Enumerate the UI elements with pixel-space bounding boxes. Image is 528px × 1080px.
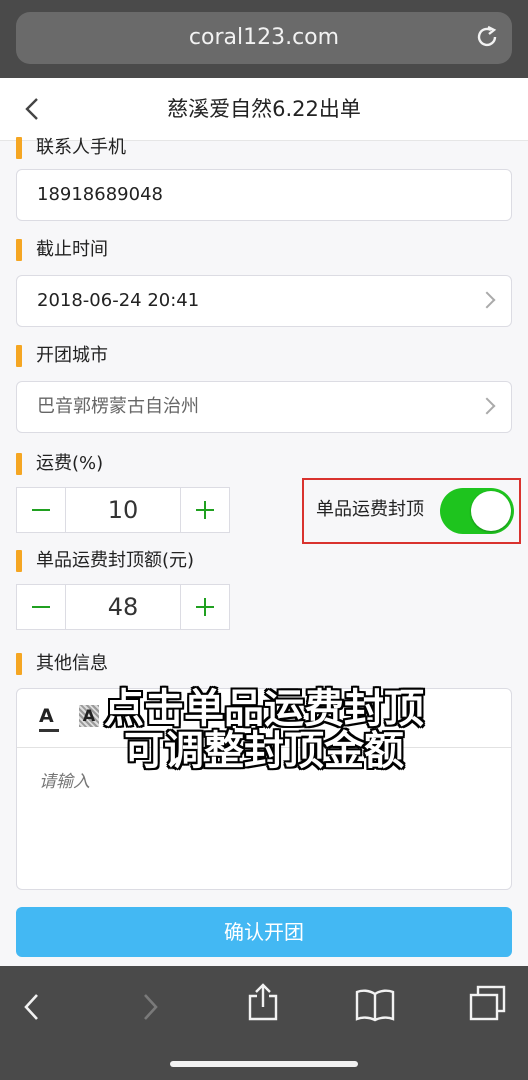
nav-bar: 慈溪爱自然6.22出单 [0,78,528,141]
caption-line-1: 点击单品运费封顶 [104,686,424,732]
shipping-label: 运费(%) [16,450,103,478]
deadline-label: 截止时间 [16,236,108,264]
cap-amount-label: 单品运费封顶额(元) [16,547,194,575]
shipping-increment-button[interactable] [181,488,229,532]
cap-toggle-switch[interactable] [440,488,514,534]
cap-amount-stepper: 48 [16,584,230,630]
share-icon[interactable] [246,982,280,1022]
reload-icon[interactable] [474,24,500,50]
bookmarks-icon[interactable] [354,988,396,1022]
contact-phone-label: 联系人手机 [16,134,126,162]
cap-amount-value[interactable]: 48 [65,585,181,629]
city-value: 巴音郭楞蒙古自治州 [37,396,199,417]
plus-icon [196,501,214,519]
minus-icon [32,509,50,511]
cap-toggle-label: 单品运费封顶 [316,499,424,520]
shipping-value[interactable]: 10 [65,488,181,532]
confirm-button[interactable]: 确认开团 [16,907,512,957]
shipping-decrement-button[interactable] [17,488,65,532]
cap-increment-button[interactable] [181,585,229,629]
page: 慈溪爱自然6.22出单 联系人手机 18918689048 截止时间 2018-… [0,78,528,966]
back-arrow-icon[interactable] [20,992,44,1022]
tabs-icon[interactable] [468,984,508,1022]
contact-phone-input[interactable]: 18918689048 [16,169,512,221]
page-title: 慈溪爱自然6.22出单 [167,97,361,121]
cap-decrement-button[interactable] [17,585,65,629]
caption-line-2: 可调整封顶金额 [124,728,404,774]
url-bar[interactable]: coral123.com [16,12,512,64]
city-field[interactable]: 巴音郭楞蒙古自治州 [16,381,512,433]
url-text: coral123.com [188,25,340,50]
city-label: 开团城市 [16,342,108,370]
chevron-right-icon [478,291,496,309]
browser-top-bar: coral123.com [0,0,528,78]
home-indicator [170,1061,358,1067]
forward-arrow-icon[interactable] [138,992,162,1022]
deadline-value: 2018-06-24 20:41 [37,290,200,311]
shipping-stepper: 10 [16,487,230,533]
plus-icon [196,598,214,616]
chevron-right-icon [478,397,496,415]
toggle-knob [471,491,511,531]
minus-icon [32,606,50,608]
contact-phone-value: 18918689048 [37,184,163,205]
other-info-label: 其他信息 [16,650,108,678]
deadline-field[interactable]: 2018-06-24 20:41 [16,275,512,327]
